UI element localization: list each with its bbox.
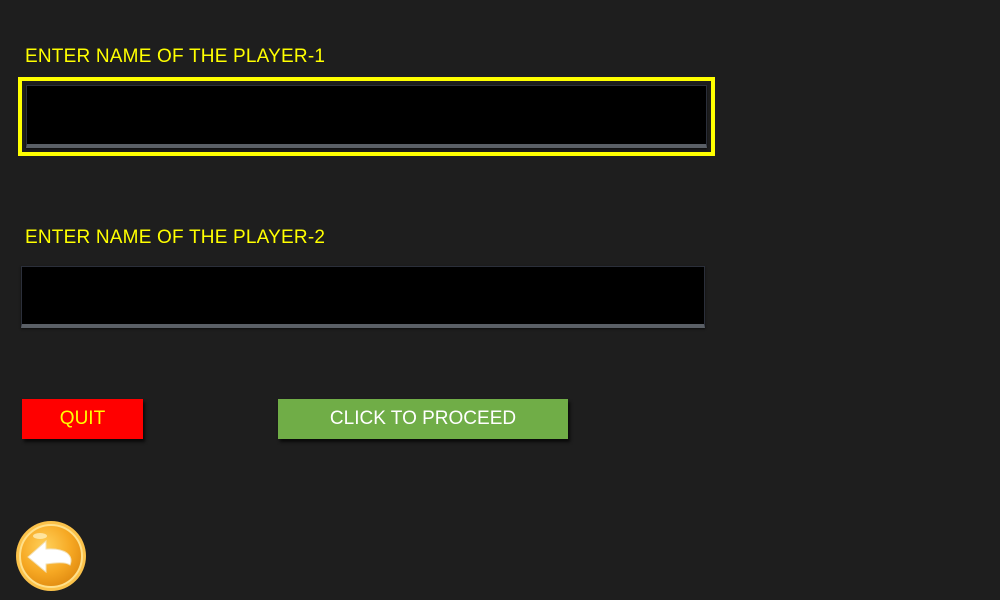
- proceed-button-label: CLICK TO PROCEED: [329, 408, 517, 429]
- player1-name-field-focus-frame: [18, 77, 715, 156]
- quit-button-label: QUIT: [59, 408, 106, 429]
- player1-name-input[interactable]: [26, 85, 707, 148]
- player1-name-label: ENTER NAME OF THE PLAYER-1: [25, 46, 326, 67]
- back-button[interactable]: [15, 520, 87, 592]
- proceed-button[interactable]: CLICK TO PROCEED: [278, 399, 568, 439]
- back-arrow-icon: [16, 521, 86, 591]
- player2-name-label: ENTER NAME OF THE PLAYER-2: [25, 227, 326, 248]
- player2-name-input[interactable]: [21, 266, 705, 328]
- player2-name-field-frame: [21, 266, 705, 328]
- quit-button[interactable]: QUIT: [22, 399, 143, 439]
- player-setup-screen: ENTER NAME OF THE PLAYER-1 ENTER NAME OF…: [0, 0, 1000, 600]
